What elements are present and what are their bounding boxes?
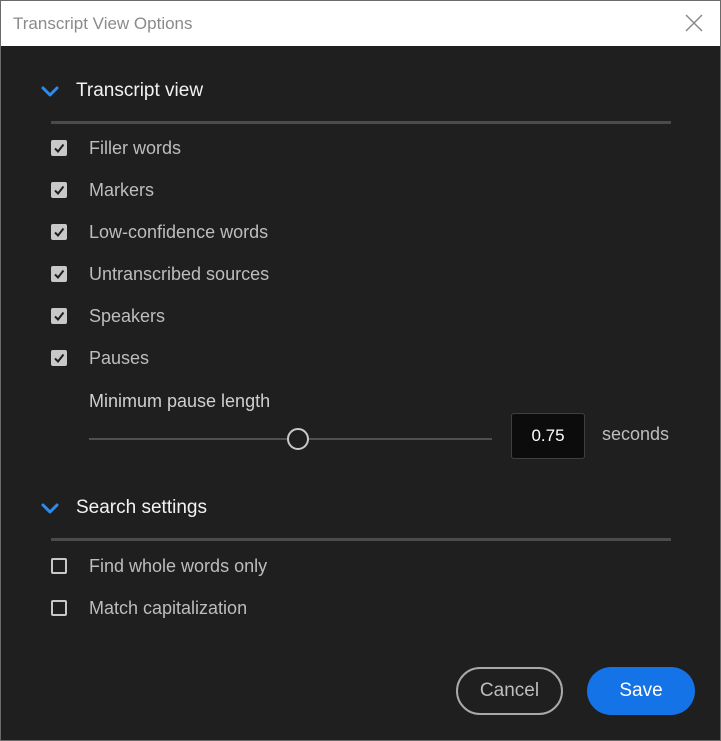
filler-words-label: Filler words (89, 137, 182, 158)
slider-thumb[interactable] (287, 428, 309, 450)
untranscribed-sources-option[interactable]: Untranscribed sources (51, 261, 269, 287)
filler-words-option[interactable]: Filler words (51, 135, 181, 161)
chevron-down-icon (41, 503, 59, 514)
find-whole-words-checkbox[interactable] (51, 558, 67, 574)
match-capitalization-option[interactable]: Match capitalization (51, 595, 247, 621)
close-icon[interactable] (682, 11, 706, 35)
markers-checkbox[interactable] (51, 182, 67, 198)
transcript-view-options-dialog: Transcript View Options Transcript view … (0, 0, 721, 741)
speakers-label: Speakers (89, 305, 166, 326)
low-confidence-words-checkbox[interactable] (51, 224, 67, 240)
minimum-pause-input[interactable] (511, 413, 585, 459)
seconds-unit-label: seconds (602, 424, 670, 444)
checkmark-icon (54, 311, 65, 322)
checkmark-icon (54, 143, 65, 154)
find-whole-words-label: Find whole words only (89, 555, 268, 576)
checkmark-icon (54, 269, 65, 280)
pauses-checkbox[interactable] (51, 350, 67, 366)
pauses-option[interactable]: Pauses (51, 345, 149, 371)
divider (51, 538, 671, 541)
pauses-label: Pauses (89, 347, 150, 368)
chevron-down-icon (41, 86, 59, 97)
search-settings-section-toggle[interactable]: Search settings (39, 494, 207, 522)
transcript-view-heading: Transcript view (76, 80, 204, 101)
untranscribed-sources-checkbox[interactable] (51, 266, 67, 282)
search-settings-heading: Search settings (76, 497, 207, 518)
cancel-button[interactable]: Cancel (456, 667, 563, 715)
title-bar: Transcript View Options (1, 1, 720, 46)
checkmark-icon (54, 353, 65, 364)
find-whole-words-option[interactable]: Find whole words only (51, 553, 267, 579)
untranscribed-sources-label: Untranscribed sources (89, 263, 270, 284)
markers-label: Markers (89, 179, 155, 200)
minimum-pause-slider[interactable] (89, 425, 492, 453)
checkmark-icon (54, 185, 65, 196)
checkmark-icon (54, 227, 65, 238)
match-capitalization-checkbox[interactable] (51, 600, 67, 616)
markers-option[interactable]: Markers (51, 177, 154, 203)
divider (51, 121, 671, 124)
speakers-checkbox[interactable] (51, 308, 67, 324)
low-confidence-words-label: Low-confidence words (89, 221, 269, 242)
filler-words-checkbox[interactable] (51, 140, 67, 156)
speakers-option[interactable]: Speakers (51, 303, 165, 329)
transcript-view-section-toggle[interactable]: Transcript view (39, 77, 203, 105)
save-button[interactable]: Save (587, 667, 695, 715)
dialog-title: Transcript View Options (13, 14, 193, 33)
low-confidence-words-option[interactable]: Low-confidence words (51, 219, 268, 245)
minimum-pause-length-label: Minimum pause length (89, 391, 271, 411)
match-capitalization-label: Match capitalization (89, 597, 248, 618)
